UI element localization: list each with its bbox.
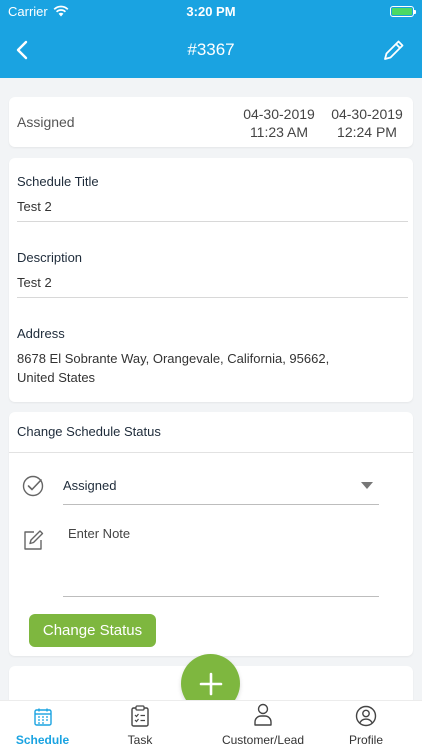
status-bar: Carrier 3:20 PM — [0, 0, 422, 22]
start-date: 04-30-2019 — [243, 106, 315, 122]
tab-customer-lead[interactable]: Customer/Lead — [208, 701, 318, 750]
end-date: 04-30-2019 — [331, 106, 403, 122]
user-circle-icon — [355, 705, 377, 727]
address-line-1: 8678 El Sobrante Way, Orangevale, Califo… — [17, 351, 330, 366]
description-field: Description Test 2 — [17, 250, 408, 292]
address-label: Address — [17, 326, 65, 341]
end-datetime: 04-30-2019 12:24 PM — [329, 105, 405, 141]
schedule-title-field: Schedule Title Test 2 — [17, 174, 408, 216]
calendar-icon — [33, 708, 52, 726]
tab-task[interactable]: Task — [100, 701, 180, 750]
start-datetime: 04-30-2019 11:23 AM — [241, 105, 317, 141]
note-input[interactable]: Enter Note — [68, 526, 130, 541]
clock: 3:20 PM — [186, 3, 236, 19]
edit-note-icon — [24, 530, 44, 550]
clipboard-icon — [131, 705, 149, 727]
change-status-card: Change Schedule Status Assigned Enter No… — [9, 412, 413, 656]
status-badge: Assigned — [17, 114, 75, 130]
plus-icon — [199, 672, 222, 695]
wifi-icon — [53, 5, 69, 17]
end-time: 12:24 PM — [337, 124, 397, 140]
page-title: #3367 — [187, 40, 235, 59]
schedule-title-label: Schedule Title — [17, 174, 99, 189]
divider — [17, 221, 408, 222]
note-underline — [63, 596, 379, 597]
pencil-icon[interactable] — [380, 36, 408, 64]
carrier-group: Carrier — [8, 4, 69, 19]
schedule-title-value: Test 2 — [17, 199, 52, 214]
schedule-summary-card: Assigned 04-30-2019 11:23 AM 04-30-2019 … — [9, 97, 413, 147]
tab-schedule[interactable]: Schedule — [0, 701, 85, 750]
battery-icon — [390, 5, 416, 17]
tab-profile[interactable]: Profile — [326, 701, 406, 750]
carrier-label: Carrier — [8, 3, 48, 19]
schedule-details-card: Schedule Title Test 2 Description Test 2… — [9, 158, 413, 402]
check-circle-icon — [22, 475, 44, 497]
tab-label: Task — [127, 733, 153, 747]
address-field: Address 8678 El Sobrante Way, Orangevale… — [17, 326, 408, 387]
tab-label: Profile — [348, 733, 383, 747]
change-status-button[interactable]: Change Status — [29, 614, 156, 647]
description-value: Test 2 — [17, 275, 52, 290]
address-value: 8678 El Sobrante Way, Orangevale, Califo… — [17, 349, 408, 387]
select-underline — [63, 504, 379, 505]
divider — [17, 297, 408, 298]
tab-bar: Schedule Task Customer/Lead Profile — [0, 700, 422, 750]
description-label: Description — [17, 250, 83, 265]
address-line-2: United States — [17, 370, 96, 385]
status-select[interactable]: Assigned — [63, 478, 116, 493]
divider — [9, 452, 413, 453]
start-time: 11:23 AM — [249, 124, 309, 140]
change-status-heading: Change Schedule Status — [17, 424, 161, 439]
person-icon — [254, 703, 272, 726]
nav-bar: #3367 — [0, 22, 422, 78]
chevron-down-icon[interactable] — [361, 482, 373, 490]
tab-label: Customer/Lead — [221, 733, 305, 747]
tab-label: Schedule — [15, 733, 70, 747]
